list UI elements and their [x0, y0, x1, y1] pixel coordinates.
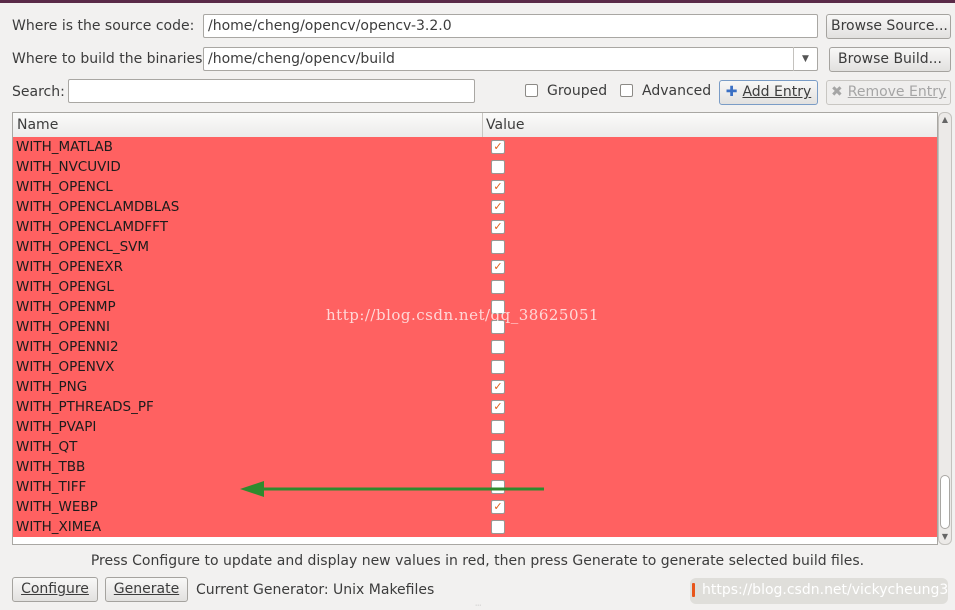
resize-grip-icon[interactable]: ⋯ [475, 602, 483, 609]
generate-label: Generate [113, 581, 180, 597]
status-message: Press Configure to update and display ne… [90, 553, 865, 569]
footer-watermark-text: https://blog.csdn.net/vickycheung3 [702, 582, 949, 598]
footer-watermark: https://blog.csdn.net/vickycheung3 [690, 578, 948, 604]
annotation-arrow-head [240, 481, 264, 497]
current-generator-text: Current Generator: Unix Makefiles [196, 582, 435, 598]
configure-button[interactable]: Configure [12, 577, 98, 602]
progress-indicator [692, 583, 695, 597]
generate-button[interactable]: Generate [105, 577, 188, 602]
annotation-arrow [240, 481, 544, 497]
configure-label: Configure [21, 581, 89, 597]
